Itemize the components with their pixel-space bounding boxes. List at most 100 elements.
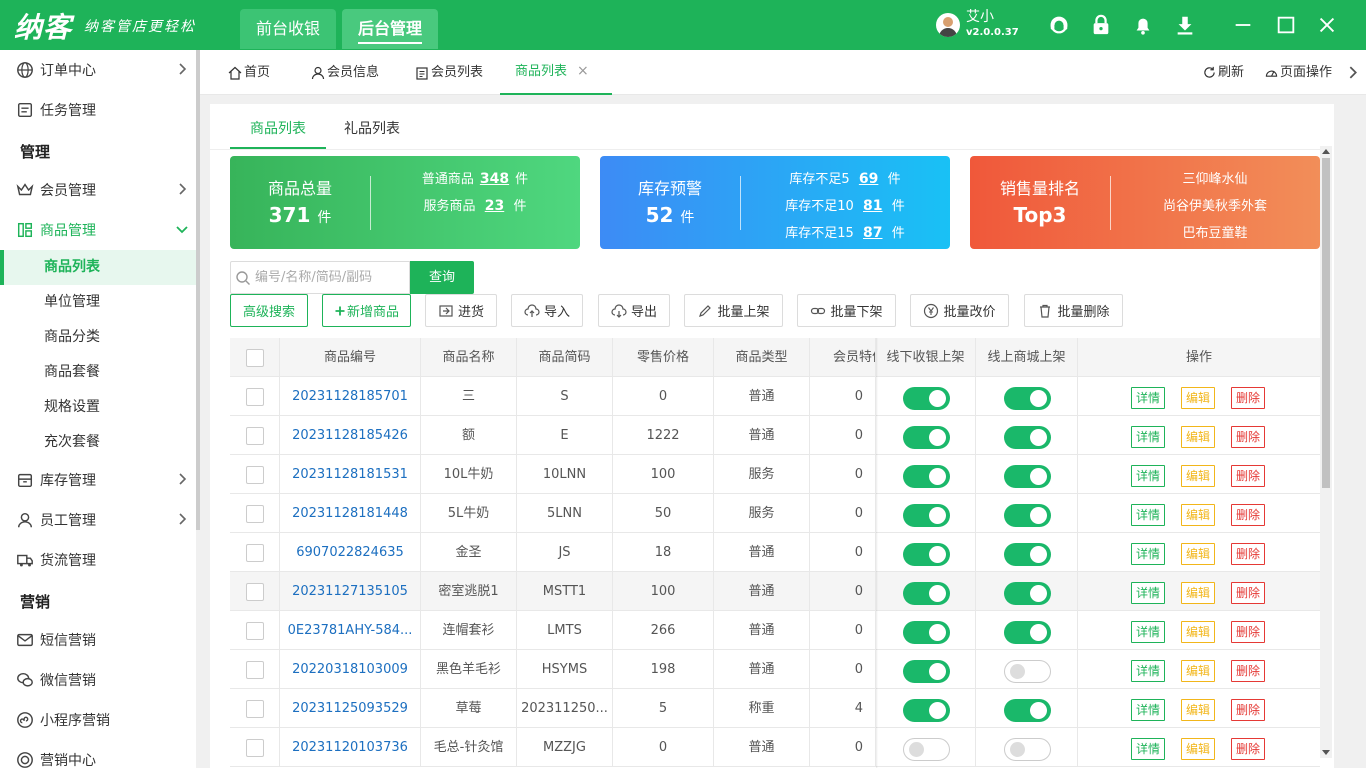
- edit-button[interactable]: 编辑: [1181, 426, 1216, 448]
- lock-icon[interactable]: [1090, 14, 1112, 36]
- online-toggle[interactable]: [1004, 738, 1051, 761]
- sidebar-item-members[interactable]: 会员管理: [0, 170, 196, 210]
- row-checkbox[interactable]: [246, 544, 264, 562]
- sidebar-subitem-recharge[interactable]: 充次套餐: [0, 425, 196, 460]
- table-row[interactable]: 20220318103009 黑色羊毛衫 HSYMS 198 普通 0 详情 编辑 删除: [230, 650, 1320, 689]
- tab-home[interactable]: 首页: [228, 50, 270, 95]
- product-code-link[interactable]: 20231127135105: [280, 572, 421, 611]
- bulk-price-button[interactable]: 批量改价: [910, 294, 1009, 327]
- product-code-link[interactable]: 20231128181448: [280, 494, 421, 533]
- close-icon[interactable]: [1316, 14, 1338, 36]
- detail-button[interactable]: 详情: [1131, 582, 1166, 604]
- sidebar-item-orders[interactable]: 订单中心: [0, 50, 196, 90]
- offline-toggle[interactable]: [903, 738, 950, 761]
- header-type[interactable]: 商品类型: [714, 338, 810, 377]
- row-checkbox[interactable]: [246, 739, 264, 757]
- sidebar-subitem-packages[interactable]: 商品套餐: [0, 355, 196, 390]
- scroll-up-icon[interactable]: [1322, 149, 1330, 154]
- header-online[interactable]: 线上商城上架: [976, 338, 1078, 377]
- table-row[interactable]: 6907022824635 金圣 JS 18 普通 0 详情 编辑 删除: [230, 533, 1320, 572]
- table-row[interactable]: 20231128185701 三 S 0 普通 0 详情 编辑 删除: [230, 377, 1320, 416]
- bell-icon[interactable]: [1132, 14, 1154, 36]
- scroll-down-icon[interactable]: [1322, 750, 1330, 755]
- online-toggle[interactable]: [1004, 387, 1051, 410]
- advanced-search-button[interactable]: 高级搜索: [230, 294, 308, 327]
- card-line-number[interactable]: 81: [860, 198, 886, 214]
- select-all-checkbox[interactable]: [246, 349, 264, 367]
- table-row[interactable]: 20231120103736 毛总-针灸馆 MZZJG 0 普通 0 详情 编辑 删除: [230, 728, 1320, 767]
- row-checkbox[interactable]: [246, 505, 264, 523]
- stock-in-button[interactable]: 进货: [425, 294, 497, 327]
- edit-button[interactable]: 编辑: [1181, 387, 1216, 409]
- edit-button[interactable]: 编辑: [1181, 582, 1216, 604]
- card-line-number[interactable]: 23: [482, 198, 508, 214]
- online-toggle[interactable]: [1004, 660, 1051, 683]
- support-icon[interactable]: [1048, 14, 1070, 36]
- search-button[interactable]: 查询: [410, 261, 474, 294]
- sidebar-item-tasks[interactable]: 任务管理: [0, 90, 196, 130]
- product-code-link[interactable]: 20231120103736: [280, 728, 421, 767]
- header-name[interactable]: 商品名称: [421, 338, 517, 377]
- online-toggle[interactable]: [1004, 543, 1051, 566]
- tab-product-list[interactable]: 商品列表 ×: [500, 50, 612, 95]
- detail-button[interactable]: 详情: [1131, 387, 1166, 409]
- subtab-gift-list[interactable]: 礼品列表: [344, 118, 400, 138]
- delete-button[interactable]: 删除: [1231, 738, 1266, 760]
- card-line-number[interactable]: 87: [860, 225, 886, 241]
- delete-button[interactable]: 删除: [1231, 504, 1266, 526]
- detail-button[interactable]: 详情: [1131, 738, 1166, 760]
- table-row[interactable]: 20231125093529 草莓 202311250... 5 称重 4 详情 编辑 删除: [230, 689, 1320, 728]
- offline-toggle[interactable]: [903, 621, 950, 644]
- sidebar-subitem-categories[interactable]: 商品分类: [0, 320, 196, 355]
- table-row[interactable]: 20231128181531 10L牛奶 10LNN 100 服务 0 详情 编辑 删除: [230, 455, 1320, 494]
- detail-button[interactable]: 详情: [1131, 621, 1166, 643]
- online-toggle[interactable]: [1004, 582, 1051, 605]
- edit-button[interactable]: 编辑: [1181, 504, 1216, 526]
- sidebar-item-products[interactable]: 商品管理: [0, 210, 196, 250]
- delete-button[interactable]: 删除: [1231, 621, 1266, 643]
- table-row[interactable]: 20231127135105 密室逃脱1 MSTT1 100 普通 0 详情 编辑 删除: [230, 572, 1320, 611]
- subtab-product-list[interactable]: 商品列表: [250, 118, 306, 138]
- card-sales-rank[interactable]: 销售量排名 Top3 三仰峰水仙 尚谷伊美秋季外套 巴布豆童鞋: [970, 156, 1320, 249]
- detail-button[interactable]: 详情: [1131, 699, 1166, 721]
- bulk-unlist-button[interactable]: 批量下架: [797, 294, 896, 327]
- offline-toggle[interactable]: [903, 504, 950, 527]
- delete-button[interactable]: 删除: [1231, 543, 1266, 565]
- row-checkbox[interactable]: [246, 583, 264, 601]
- table-scrollbar[interactable]: [1320, 146, 1332, 758]
- row-checkbox[interactable]: [246, 388, 264, 406]
- tab-member-info[interactable]: 会员信息: [311, 50, 379, 95]
- detail-button[interactable]: 详情: [1131, 465, 1166, 487]
- row-checkbox[interactable]: [246, 622, 264, 640]
- export-button[interactable]: 导出: [598, 294, 670, 327]
- sidebar-subitem-specs[interactable]: 规格设置: [0, 390, 196, 425]
- row-checkbox[interactable]: [246, 466, 264, 484]
- online-toggle[interactable]: [1004, 465, 1051, 488]
- offline-toggle[interactable]: [903, 426, 950, 449]
- sidebar-subitem-units[interactable]: 单位管理: [0, 285, 196, 320]
- delete-button[interactable]: 删除: [1231, 582, 1266, 604]
- sidebar-item-inventory[interactable]: 库存管理: [0, 460, 196, 500]
- bulk-delete-button[interactable]: 批量删除: [1024, 294, 1123, 327]
- sidebar-item-sms[interactable]: 短信营销: [0, 620, 196, 660]
- row-checkbox[interactable]: [246, 661, 264, 679]
- header-short-code[interactable]: 商品简码: [517, 338, 613, 377]
- product-code-link[interactable]: 20231125093529: [280, 689, 421, 728]
- offline-toggle[interactable]: [903, 699, 950, 722]
- offline-toggle[interactable]: [903, 465, 950, 488]
- online-toggle[interactable]: [1004, 699, 1051, 722]
- sidebar-item-wechat[interactable]: 微信营销: [0, 660, 196, 700]
- table-row[interactable]: 20231128181448 5L牛奶 5LNN 50 服务 0 详情 编辑 删除: [230, 494, 1320, 533]
- scrollbar-thumb[interactable]: [1322, 158, 1330, 488]
- sidebar-scrollbar[interactable]: [196, 50, 200, 530]
- sidebar-item-marketing-center[interactable]: 营销中心: [0, 740, 196, 768]
- edit-button[interactable]: 编辑: [1181, 660, 1216, 682]
- maximize-icon[interactable]: [1275, 14, 1297, 36]
- sidebar-item-miniapp[interactable]: 小程序营销: [0, 700, 196, 740]
- sidebar-item-logistics[interactable]: 货流管理: [0, 540, 196, 580]
- delete-button[interactable]: 删除: [1231, 660, 1266, 682]
- edit-button[interactable]: 编辑: [1181, 543, 1216, 565]
- table-row[interactable]: 20231128185426 额 E 1222 普通 0 详情 编辑 删除: [230, 416, 1320, 455]
- header-code[interactable]: 商品编号: [280, 338, 421, 377]
- delete-button[interactable]: 删除: [1231, 699, 1266, 721]
